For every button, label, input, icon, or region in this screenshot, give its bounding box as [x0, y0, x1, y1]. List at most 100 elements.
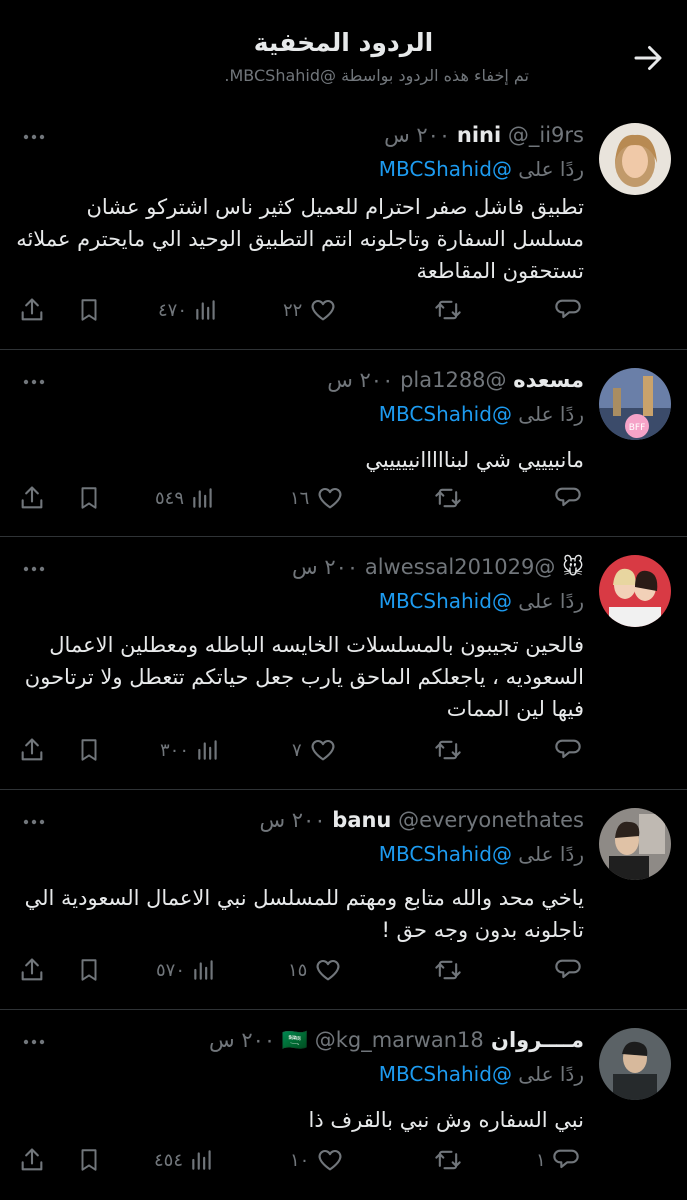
handle[interactable]: @kg_marwan18 — [315, 1028, 484, 1052]
tweet[interactable]: مــــروان 🇸🇦 @kg_marwan18 ٢٠٠ س ردًا على… — [0, 1010, 687, 1200]
heart-icon — [318, 1149, 342, 1171]
share-icon — [21, 298, 43, 321]
handle[interactable]: @everyonethates — [398, 808, 584, 832]
share-button[interactable] — [18, 950, 46, 990]
reply-mention[interactable]: @MBCShahid — [379, 157, 512, 181]
heart-icon — [316, 959, 340, 981]
views-button[interactable]: ٥٤٩ — [155, 478, 216, 518]
like-count: ٧ — [292, 739, 302, 761]
handle[interactable]: @alwessal201029 — [365, 555, 556, 579]
like-button[interactable]: ١٦ — [290, 478, 345, 518]
avatar[interactable]: BFF — [599, 368, 671, 440]
tweet-text: مانبيييي شي لبنااااانيييييي — [365, 448, 584, 472]
tweet-header: banu @everyonethates ٢٠٠ س — [259, 808, 584, 832]
tweet[interactable]: banu @everyonethates ٢٠٠ س ردًا على @MBC… — [0, 790, 687, 1010]
page-title: الردود المخفية — [253, 28, 434, 57]
tweet-text: تطبيق فاشل صفر احترام للعميل كثير ناس اش… — [16, 195, 584, 283]
retweet-button[interactable] — [432, 1140, 464, 1180]
like-count: ١٥ — [288, 959, 308, 981]
bookmark-button[interactable] — [76, 478, 102, 518]
bookmark-button[interactable] — [76, 730, 102, 770]
reply-prefix: ردًا على — [518, 842, 584, 866]
replying-to: ردًا على @MBCShahid — [379, 402, 584, 426]
reply-prefix: ردًا على — [518, 589, 584, 613]
views-button[interactable]: ٥٧٠ — [156, 950, 217, 990]
share-button[interactable] — [18, 478, 46, 518]
reply-icon — [552, 1149, 579, 1169]
like-button[interactable]: ٢٢ — [283, 290, 338, 330]
page-subtitle: تم إخفاء هذه الردود بواسطة @MBCShahid. — [224, 66, 529, 85]
share-icon — [21, 738, 43, 761]
avatar[interactable] — [599, 808, 671, 880]
share-button[interactable] — [18, 730, 46, 770]
tweet-header: مسعده @pla1288 ٢٠٠ س — [327, 368, 584, 392]
reply-mention[interactable]: @MBCShahid — [379, 589, 512, 613]
more-options-icon[interactable] — [22, 127, 46, 146]
avatar[interactable] — [599, 1028, 671, 1100]
more-options-icon[interactable] — [22, 559, 46, 578]
tweet-header: nini @_ii9rs ٢٠٠ س — [384, 123, 584, 147]
retweet-icon — [435, 488, 461, 508]
timestamp: ٢٠٠ س — [209, 1028, 276, 1052]
more-options-icon[interactable] — [22, 812, 46, 831]
views-button[interactable]: ٤٧٠ — [158, 290, 219, 330]
display-name[interactable]: مسعده — [513, 368, 584, 392]
reply-button[interactable] — [554, 950, 588, 990]
like-button[interactable]: ١٠ — [290, 1140, 345, 1180]
bookmark-button[interactable] — [76, 1140, 102, 1180]
share-button[interactable] — [18, 290, 46, 330]
retweet-button[interactable] — [432, 730, 464, 770]
heart-icon — [311, 739, 335, 761]
tweet-text: فالحين تجيبون بالمسلسلات الخايسه الباطله… — [24, 633, 584, 721]
handle[interactable]: @_ii9rs — [508, 123, 584, 147]
bookmark-icon — [81, 739, 97, 761]
reply-mention[interactable]: @MBCShahid — [379, 842, 512, 866]
retweet-button[interactable] — [432, 290, 464, 330]
analytics-icon — [196, 300, 215, 320]
timestamp: ٢٠٠ س — [384, 123, 451, 147]
display-name[interactable]: nini — [457, 123, 501, 147]
like-button[interactable]: ٧ — [292, 730, 338, 770]
like-count: ١٠ — [290, 1149, 310, 1171]
retweet-button[interactable] — [432, 950, 464, 990]
reply-button[interactable] — [554, 478, 588, 518]
reply-icon — [555, 959, 581, 979]
avatar[interactable] — [599, 123, 671, 195]
display-name[interactable]: banu — [332, 808, 391, 832]
bookmark-icon — [81, 487, 97, 509]
view-count: ٥٤٩ — [155, 487, 185, 509]
reply-button[interactable]: ١ — [536, 1140, 580, 1180]
retweet-icon — [435, 1150, 461, 1170]
bookmark-icon — [81, 959, 97, 981]
like-button[interactable]: ١٥ — [288, 950, 343, 990]
views-button[interactable]: ٣٠٠ — [160, 730, 221, 770]
like-count: ١٦ — [290, 487, 310, 509]
handle[interactable]: @pla1288 — [400, 368, 506, 392]
tweet-header: 🐭 @alwessal201029 ٢٠٠ س — [292, 555, 584, 579]
more-options-icon[interactable] — [22, 1032, 46, 1051]
display-name[interactable]: 🐭 — [562, 555, 584, 579]
reply-prefix: ردًا على — [518, 1062, 584, 1086]
share-icon — [21, 1148, 43, 1171]
bookmark-button[interactable] — [76, 290, 102, 330]
views-button[interactable]: ٤٥٤ — [154, 1140, 215, 1180]
reply-button[interactable] — [554, 290, 588, 330]
reply-button[interactable] — [554, 730, 588, 770]
tweet[interactable]: nini @_ii9rs ٢٠٠ س ردًا على @MBCShahid ت… — [0, 105, 687, 350]
timestamp: ٢٠٠ س — [292, 555, 359, 579]
avatar[interactable] — [599, 555, 671, 627]
bookmark-button[interactable] — [76, 950, 102, 990]
analytics-icon — [192, 1150, 211, 1170]
back-arrow-icon[interactable] — [630, 40, 670, 80]
replying-to: ردًا على @MBCShahid — [379, 589, 584, 613]
reply-mention[interactable]: @MBCShahid — [379, 402, 512, 426]
tweet[interactable]: 🐭 @alwessal201029 ٢٠٠ س ردًا على @MBCSha… — [0, 537, 687, 790]
share-icon — [21, 958, 43, 981]
reply-mention[interactable]: @MBCShahid — [379, 1062, 512, 1086]
replying-to: ردًا على @MBCShahid — [379, 1062, 584, 1086]
tweet-actions: ٧ ٣٠٠ — [0, 730, 687, 770]
tweet[interactable]: BFF مسعده @pla1288 ٢٠٠ س ردًا على @MBCSh… — [0, 350, 687, 537]
retweet-button[interactable] — [432, 478, 464, 518]
share-button[interactable] — [18, 1140, 46, 1180]
more-options-icon[interactable] — [22, 372, 46, 391]
